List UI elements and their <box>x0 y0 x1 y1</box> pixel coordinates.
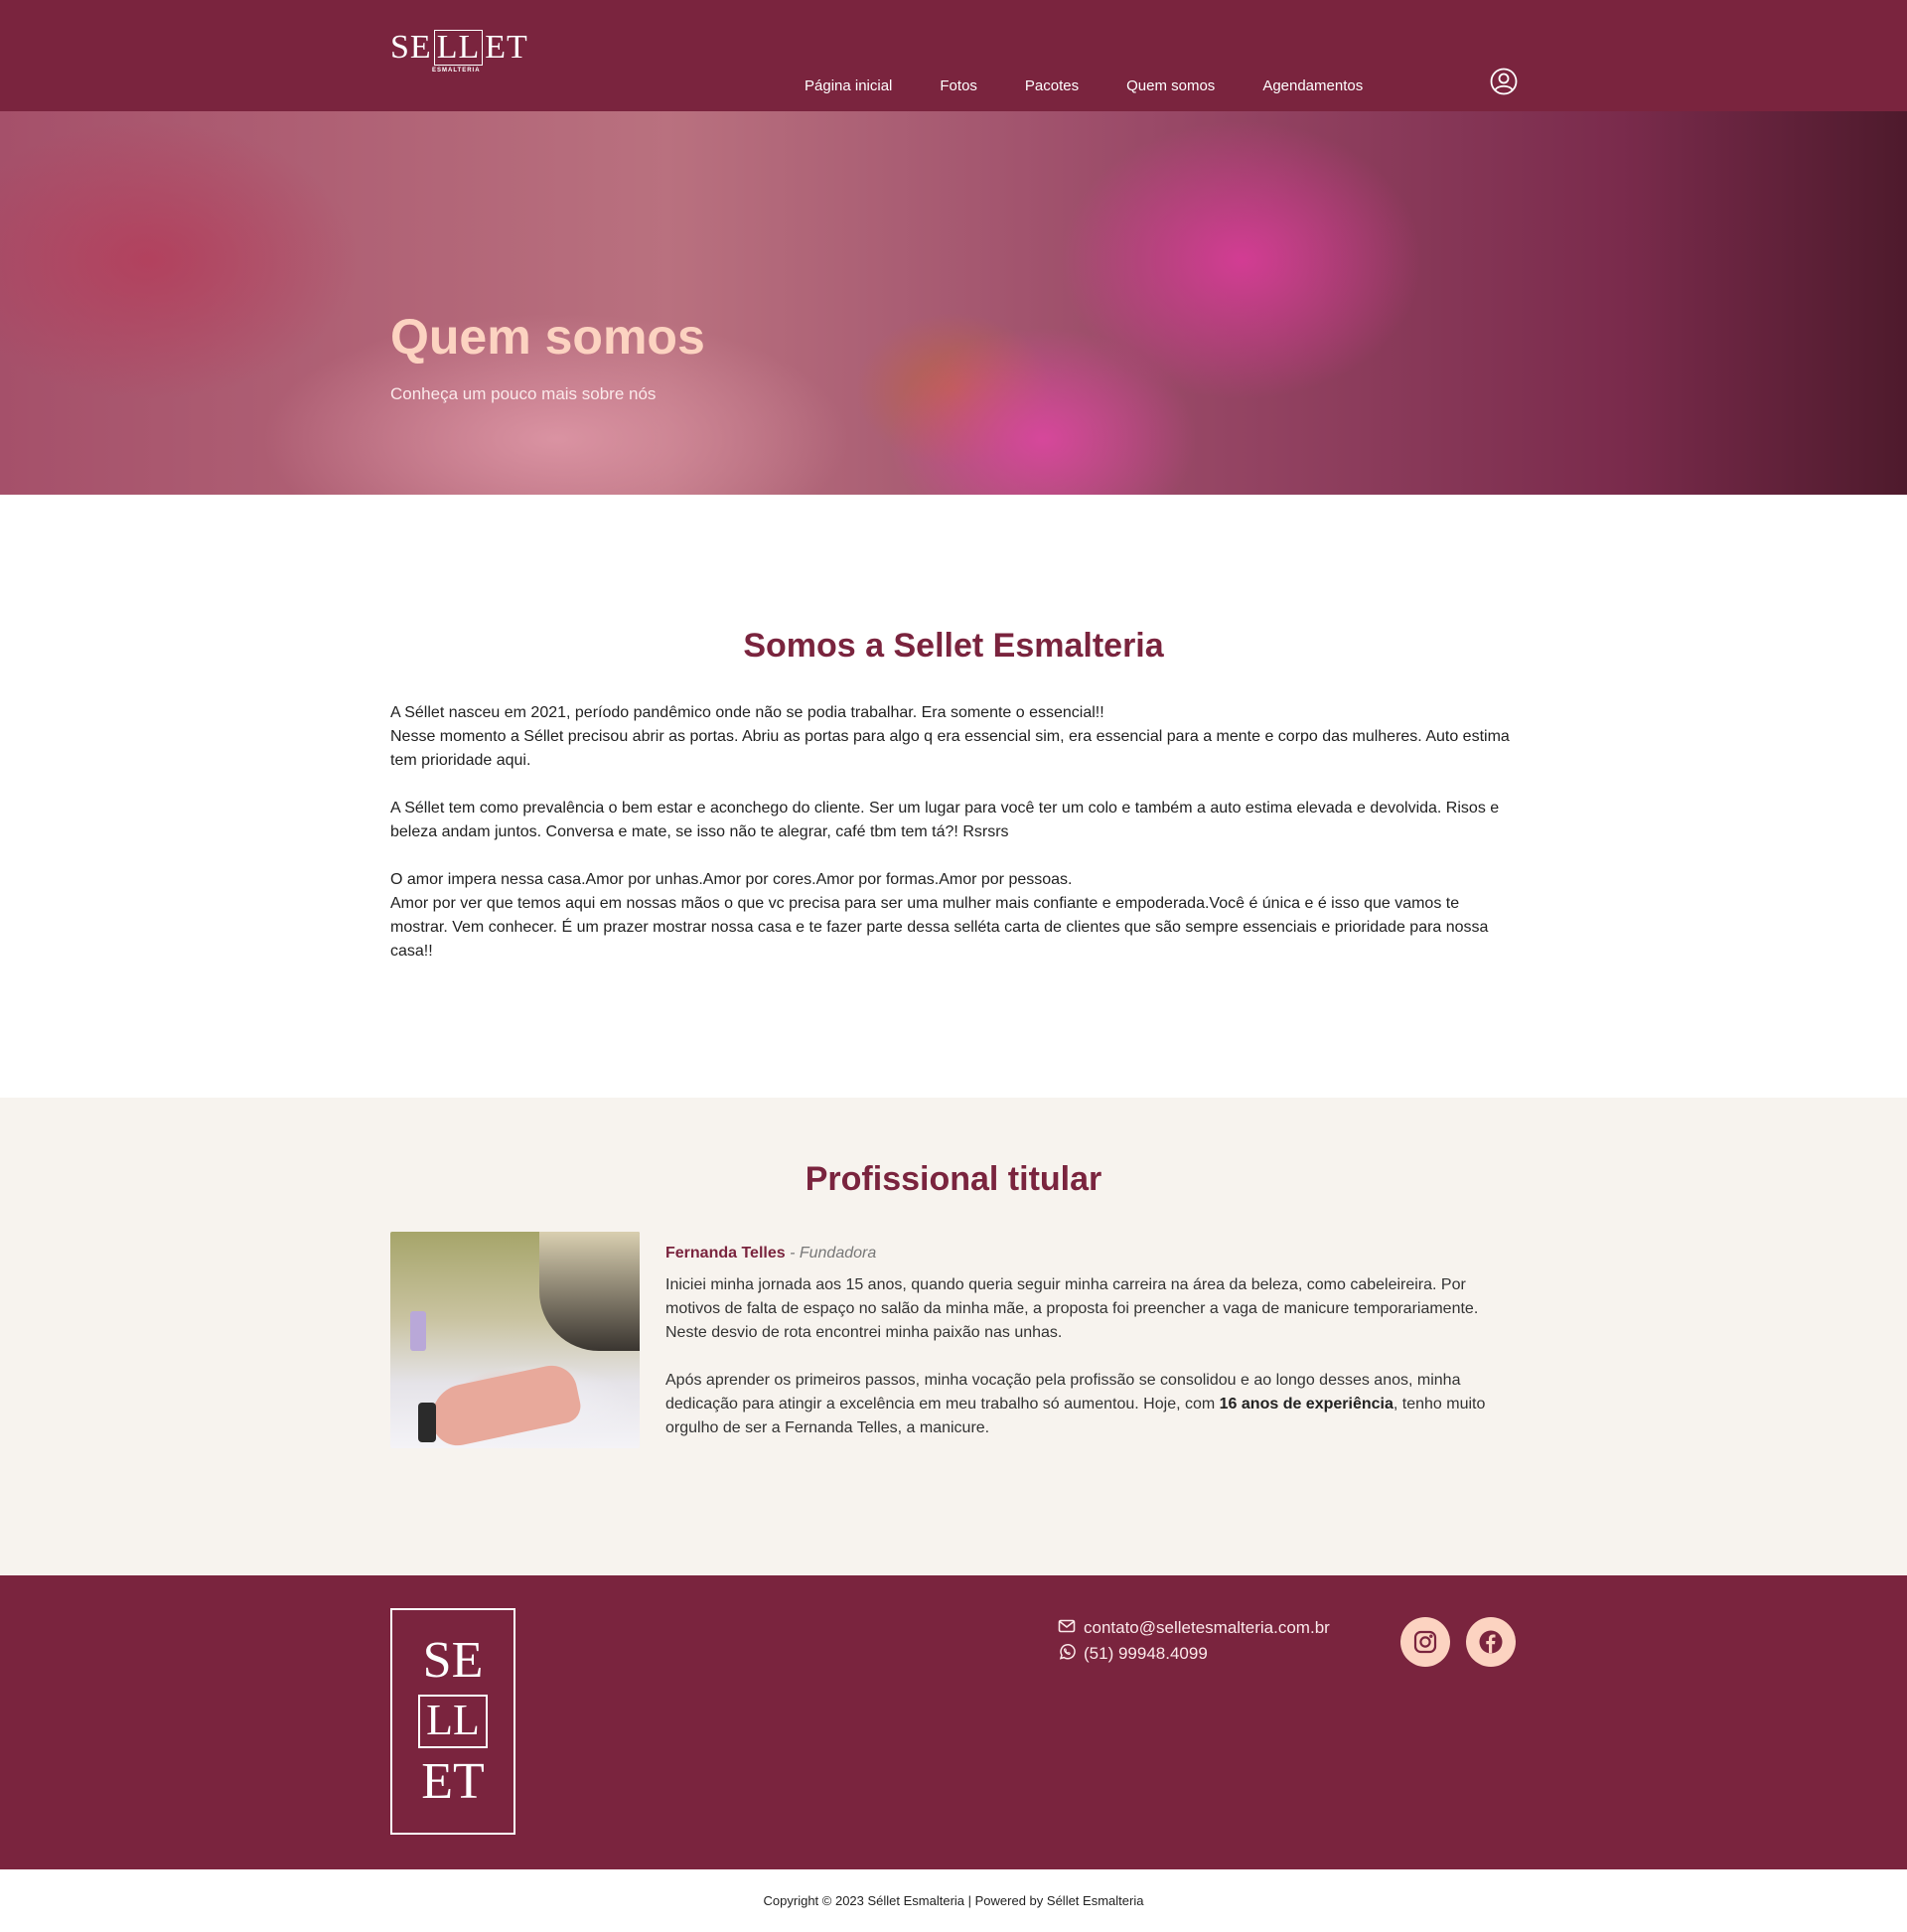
about-line: Amor por ver que temos aqui em nossas mã… <box>390 895 1489 960</box>
social-links <box>1400 1617 1516 1667</box>
nav-item-quem-somos[interactable]: Quem somos <box>1102 62 1240 114</box>
nav-item-agendamentos[interactable]: Agendamentos <box>1239 62 1387 114</box>
logo-left: SE <box>390 29 432 66</box>
about-line: A Séllet nasceu em 2021, período pandêmi… <box>390 704 1104 721</box>
professional-role: - Fundadora <box>785 1245 877 1262</box>
contact-phone[interactable]: (51) 99948.4099 <box>1058 1641 1330 1667</box>
photo-polish-bottle <box>410 1311 426 1351</box>
instagram-icon <box>1413 1630 1437 1654</box>
contact-info: contato@selletesmalteria.com.br (51) 999… <box>1058 1615 1330 1667</box>
logo-wordmark: SE LL ET <box>390 29 527 66</box>
professional-section: Profissional titular Fernanda Telles - F… <box>0 1098 1907 1575</box>
photo-hand <box>425 1361 584 1448</box>
about-paragraph: A Séllet tem como prevalência o bem esta… <box>390 797 1518 844</box>
user-circle-icon[interactable] <box>1490 68 1518 95</box>
facebook-button[interactable] <box>1466 1617 1516 1667</box>
footer-logo-top: SE <box>422 1632 484 1689</box>
logo-right: ET <box>485 29 528 66</box>
professional-photo <box>390 1232 640 1448</box>
about-paragraph: O amor impera nessa casa.Amor por unhas.… <box>390 868 1518 964</box>
copyright-text: Copyright © 2023 Séllet Esmalteria | Pow… <box>763 1893 1144 1908</box>
about-line: Nesse momento a Séllet precisou abrir as… <box>390 728 1510 769</box>
site-header: SE LL ET ESMALTERIA Página inicial Fotos… <box>0 0 1907 114</box>
copyright-bar: Copyright © 2023 Séllet Esmalteria | Pow… <box>0 1869 1907 1932</box>
instagram-button[interactable] <box>1400 1617 1450 1667</box>
logo-box: LL <box>433 30 484 66</box>
facebook-icon <box>1479 1630 1503 1654</box>
contact-email[interactable]: contato@selletesmalteria.com.br <box>1058 1615 1330 1641</box>
professional-title: Profissional titular <box>805 1160 1102 1198</box>
about-text: A Séllet nasceu em 2021, período pandêmi… <box>390 701 1518 987</box>
footer-logo-mid: LL <box>418 1695 488 1748</box>
about-title: Somos a Sellet Esmalteria <box>743 627 1164 665</box>
envelope-icon <box>1058 1617 1076 1640</box>
photo-person <box>539 1232 640 1351</box>
phone-text: (51) 99948.4099 <box>1084 1644 1208 1663</box>
page-title: Quem somos <box>390 309 705 365</box>
bio-paragraph-1: Iniciei minha jornada aos 15 anos, quand… <box>665 1276 1479 1341</box>
logo-subtitle: ESMALTERIA <box>432 68 481 74</box>
bio-highlight: 16 anos de experiência <box>1219 1396 1394 1412</box>
hero-banner: Quem somos Conheça um pouco mais sobre n… <box>0 111 1907 495</box>
about-line: A Séllet tem como prevalência o bem esta… <box>390 800 1500 840</box>
bio-paragraph-2: Após aprender os primeiros passos, minha… <box>665 1369 1510 1440</box>
whatsapp-icon <box>1058 1643 1076 1666</box>
page-subtitle: Conheça um pouco mais sobre nós <box>390 384 657 403</box>
about-line: O amor impera nessa casa.Amor por unhas.… <box>390 871 1073 888</box>
brand-logo[interactable]: SE LL ET ESMALTERIA <box>390 29 527 83</box>
nav-item-pagina-inicial[interactable]: Página inicial <box>781 62 916 114</box>
nav-item-pacotes[interactable]: Pacotes <box>1001 62 1102 114</box>
photo-watch <box>418 1403 436 1442</box>
about-section: Somos a Sellet Esmalteria A Séllet nasce… <box>0 495 1907 1098</box>
professional-heading: Fernanda Telles - Fundadora <box>665 1242 1510 1265</box>
nav-item-fotos[interactable]: Fotos <box>916 62 1001 114</box>
footer-logo[interactable]: SE LL ET <box>390 1608 515 1835</box>
footer-logo-bottom: ET <box>421 1753 485 1810</box>
about-paragraph: A Séllet nasceu em 2021, período pandêmi… <box>390 701 1518 773</box>
email-text: contato@selletesmalteria.com.br <box>1084 1618 1330 1637</box>
site-footer: SE LL ET contato@selletesmalteria.com.br… <box>0 1575 1907 1869</box>
main-nav: Página inicial Fotos Pacotes Quem somos … <box>781 62 1387 114</box>
professional-name: Fernanda Telles <box>665 1245 786 1262</box>
professional-bio: Fernanda Telles - Fundadora Iniciei minh… <box>665 1242 1510 1464</box>
